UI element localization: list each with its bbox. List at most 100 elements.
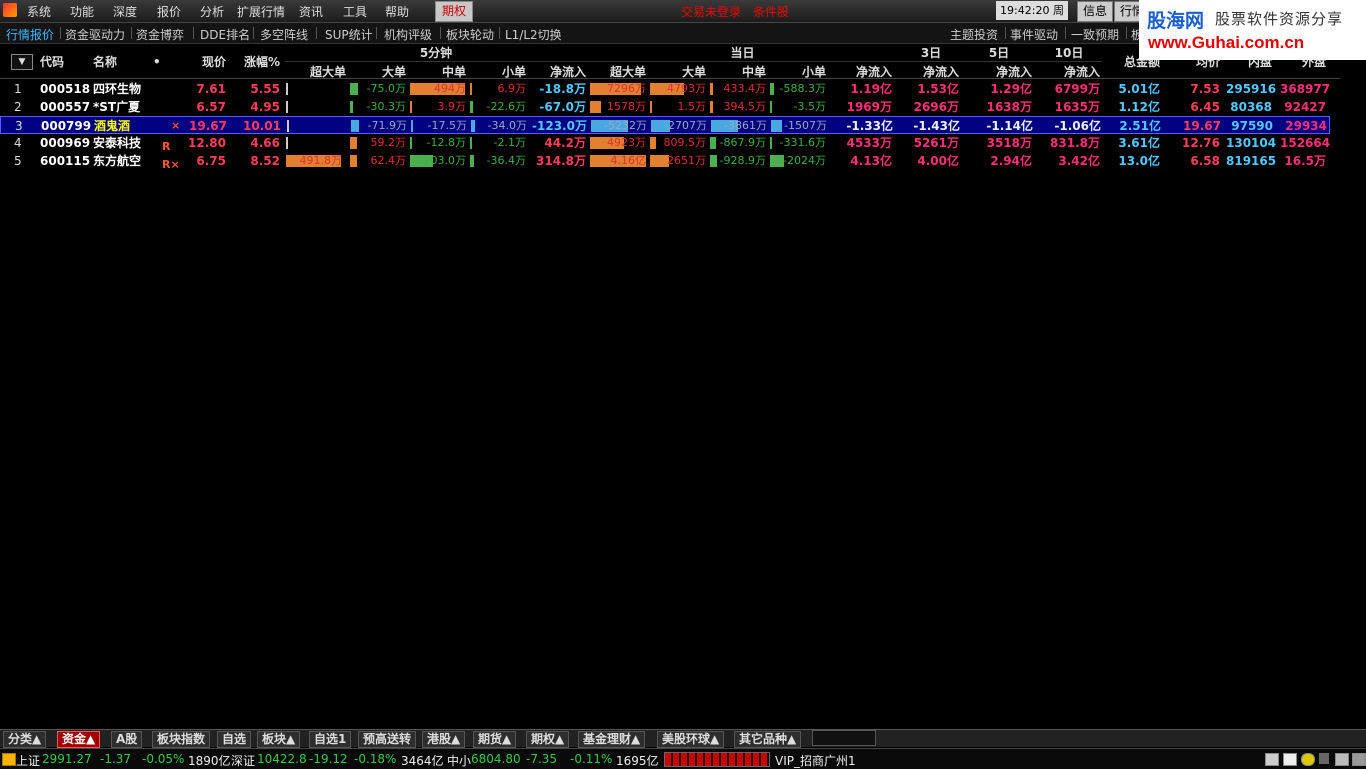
subtab-capital-drive[interactable]: 资金驱动力	[65, 26, 125, 43]
5min-mid-cell: 494万	[434, 82, 466, 95]
column-selector-dropdown[interactable]: ▼	[11, 54, 33, 70]
day-large-cell: 2651万	[667, 154, 706, 167]
total-amount-cell: 2.51亿	[1119, 119, 1161, 133]
inner-volume-cell: 819165	[1226, 154, 1277, 168]
day-mid-cell: -3861万	[724, 119, 767, 132]
change-cell: 4.66	[250, 136, 280, 150]
tab-watchlist-1[interactable]: 自选1	[309, 731, 352, 748]
bottom-tab-bar: 分类▲ 资金▲ A股 板块指数 自选 板块▲ 自选1 预高送转 港股▲ 期货▲ …	[0, 729, 1366, 748]
tab-high-bonus[interactable]: 预高送转	[358, 731, 417, 748]
3d-net-cell: 1.53亿	[917, 82, 959, 96]
tab-futures[interactable]: 期货▲	[473, 731, 517, 748]
tab-sector[interactable]: 板块▲	[257, 731, 301, 748]
market-icon[interactable]	[2, 753, 16, 766]
doc-icon[interactable]	[1283, 753, 1297, 766]
day-small-cell: -1507万	[784, 119, 827, 132]
menu-options[interactable]: 期权	[435, 1, 474, 22]
subtab-institution-rating[interactable]: 机构评级	[384, 26, 432, 43]
tab-capital[interactable]: 资金▲	[57, 731, 101, 748]
horizontal-scrollbar[interactable]	[812, 730, 876, 746]
info-button[interactable]: 信息	[1077, 1, 1114, 22]
inner-volume-cell: 80368	[1230, 100, 1272, 114]
stock-code[interactable]: 000969	[40, 136, 90, 150]
menu-analysis[interactable]: 分析	[200, 3, 224, 20]
subtab-event-driven[interactable]: 事件驱动	[1010, 26, 1058, 43]
table-row[interactable]: 5 600115 东方航空 R× 6.75 8.52 491.8万 62.4万 -203.0万 -…	[0, 152, 1330, 171]
trade-login-notice[interactable]: 交易未登录	[681, 3, 741, 20]
stock-name[interactable]: 四环生物	[93, 82, 141, 96]
5min-mid-cell: 3.9万	[437, 100, 467, 113]
change-cell: 10.01	[243, 119, 281, 133]
tab-category[interactable]: 分类▲	[3, 731, 47, 748]
header-change[interactable]: 涨幅%	[232, 53, 280, 70]
stock-name[interactable]: 酒鬼酒	[94, 119, 130, 133]
row-index: 3	[15, 119, 23, 133]
subtab-sector-rotation[interactable]: 板块轮动	[446, 26, 494, 43]
menu-quote[interactable]: 报价	[157, 3, 181, 20]
menu-extended-quote[interactable]: 扩展行情	[237, 3, 285, 20]
day-small-cell: -3.5万	[793, 100, 826, 113]
table-row[interactable]: 3 000799 酒鬼酒 × 19.67 10.01 -71.9万 -17.5万 -34.0万 -…	[0, 116, 1330, 134]
stock-code[interactable]: 000557	[40, 100, 90, 114]
menu-tools[interactable]: 工具	[343, 3, 367, 20]
stock-code[interactable]: 000799	[41, 119, 91, 133]
10d-net-cell: 3.42亿	[1058, 154, 1100, 168]
zx-label[interactable]: 中小	[447, 752, 471, 769]
stock-name[interactable]: *ST广夏	[93, 100, 140, 114]
tab-funds[interactable]: 基金理财▲	[578, 731, 646, 748]
subtab-sup-stats[interactable]: SUP统计	[325, 26, 373, 43]
tab-hk-stocks[interactable]: 港股▲	[422, 731, 466, 748]
subtab-quote-list[interactable]: 行情报价	[6, 26, 54, 43]
subtab-bull-bear[interactable]: 多空阵线	[260, 26, 308, 43]
tab-sector-index[interactable]: 板块指数	[152, 731, 211, 748]
settings-icon[interactable]	[1352, 753, 1366, 766]
menu-news[interactable]: 资讯	[299, 3, 323, 20]
header-group-day: 当日	[730, 46, 755, 60]
subtab-l1-l2-switch[interactable]: L1/L2切换	[505, 26, 562, 43]
subtab-theme-invest[interactable]: 主题投资	[950, 26, 998, 43]
tab-us-global[interactable]: 美股环球▲	[657, 731, 725, 748]
day-super-cell: 4.16亿	[610, 154, 647, 167]
5min-small-cell: -34.0万	[487, 119, 527, 132]
lock-icon[interactable]	[1335, 753, 1349, 766]
tab-watchlist[interactable]: 自选	[217, 731, 252, 748]
table-row[interactable]: 2 000557 *ST广夏 6.57 4.95 -30.3万 3.9万 -22.6万 1578…	[0, 98, 1330, 116]
table-row[interactable]: 1 000518 四环生物 7.61 5.55 -75.0万 494万 6.9万 7296万 47…	[0, 80, 1330, 98]
menu-help[interactable]: 帮助	[385, 3, 409, 20]
sh-index: 2991.27	[42, 752, 92, 766]
price-cell: 6.75	[196, 154, 226, 168]
menu-depth[interactable]: 深度	[113, 3, 137, 20]
5min-large-cell: 62.4万	[370, 154, 407, 167]
table-row[interactable]: 4 000969 安泰科技 R 12.80 4.66 59.2万 -12.8万 -2.1万 492…	[0, 134, 1330, 153]
stock-code[interactable]: 600115	[40, 154, 90, 168]
header-code[interactable]: 代码	[40, 53, 64, 70]
3d-net-cell: 5261万	[913, 136, 959, 150]
tab-options[interactable]: 期权▲	[526, 731, 570, 748]
header-name[interactable]: 名称	[93, 53, 117, 70]
tab-a-shares[interactable]: A股	[111, 731, 143, 748]
stock-name[interactable]: 安泰科技	[93, 136, 141, 150]
sz-label[interactable]: 深证	[231, 752, 255, 769]
sh-label[interactable]: 上证	[16, 752, 40, 769]
5min-net-cell: 314.8万	[536, 154, 586, 168]
header-price[interactable]: 现价	[176, 53, 226, 70]
app-logo-icon[interactable]	[3, 3, 17, 17]
subtab-consensus[interactable]: 一致预期	[1071, 26, 1119, 43]
stock-name[interactable]: 东方航空	[93, 154, 141, 168]
smile-icon[interactable]	[1301, 753, 1315, 766]
tab-other[interactable]: 其它品种▲	[734, 731, 802, 748]
sh-percent: -0.05%	[142, 752, 185, 766]
5min-super-bar	[286, 101, 288, 113]
total-amount-cell: 5.01亿	[1118, 82, 1160, 96]
condition-stock-link[interactable]: 条件股	[753, 3, 789, 20]
note-icon[interactable]	[1265, 753, 1279, 766]
subtab-dde-ranking[interactable]: DDE排名	[200, 26, 250, 43]
menu-function[interactable]: 功能	[70, 3, 94, 20]
header-bottom-line	[0, 78, 1340, 79]
subtab-capital-game[interactable]: 资金博弈	[136, 26, 184, 43]
sz-percent: -0.18%	[354, 752, 397, 766]
signal-icon[interactable]	[1319, 753, 1329, 764]
stock-code[interactable]: 000518	[40, 82, 90, 96]
5min-mid-cell: -12.8万	[426, 136, 466, 149]
menu-system[interactable]: 系统	[27, 3, 51, 20]
